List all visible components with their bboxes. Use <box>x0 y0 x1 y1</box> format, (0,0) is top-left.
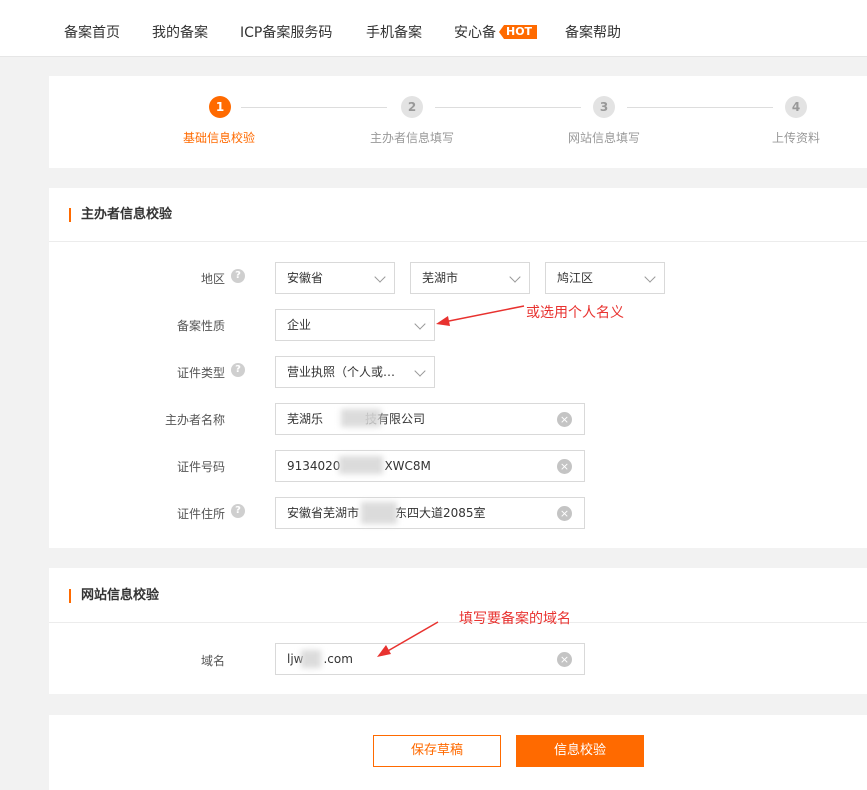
cert-type-value: 营业执照（个人或企... <box>287 365 407 379</box>
step-connector <box>627 107 773 108</box>
clear-icon[interactable]: × <box>557 412 572 427</box>
cert-number-value-end: XWC8M <box>384 459 431 473</box>
verify-button[interactable]: 信息校验 <box>516 735 644 767</box>
help-icon[interactable]: ? <box>231 269 245 283</box>
cert-number-field[interactable]: 9134020 XWC8M × <box>275 450 585 482</box>
hot-badge: HOT <box>499 25 538 39</box>
top-nav: 备案首页 我的备案 ICP备案服务码 手机备案 安心备 HOT 备案帮助 <box>0 0 867 57</box>
step-2-label: 主办者信息填写 <box>370 131 455 145</box>
steps-bar: 1 2 3 4 基础信息校验 主办者信息填写 网站信息填写 上传资料 <box>49 76 867 168</box>
site-section: 网站信息校验 域名 ljw .com × <box>49 568 867 694</box>
cert-type-select[interactable]: 营业执照（个人或企... <box>275 356 435 388</box>
clear-icon[interactable]: × <box>557 652 572 667</box>
nav-item-anxinbei[interactable]: 安心备 HOT <box>454 22 538 42</box>
redaction-blur <box>301 650 321 668</box>
step-1-label: 基础信息校验 <box>183 131 256 145</box>
annotation-arrow <box>436 305 525 326</box>
help-icon[interactable]: ? <box>231 363 245 377</box>
nav-item-icp-code[interactable]: ICP备案服务码 <box>240 22 332 42</box>
annotation-domain: 填写要备案的域名 <box>459 611 571 627</box>
annotation-arrow <box>377 621 439 657</box>
record-type-select[interactable]: 企业 <box>275 309 435 341</box>
province-value: 安徽省 <box>287 271 324 285</box>
address-label: 证件住所 <box>176 507 225 521</box>
address-value-end: 东四大道2085室 <box>395 506 486 520</box>
address-field[interactable]: 安徽省芜湖市 东四大道2085室 × <box>275 497 585 529</box>
district-select[interactable]: 鸠江区 <box>545 262 665 294</box>
district-value: 鸠江区 <box>557 271 594 285</box>
divider <box>49 622 867 623</box>
step-4-label: 上传资料 <box>772 131 821 145</box>
domain-label: 域名 <box>200 654 225 668</box>
chevron-down-icon <box>644 271 656 283</box>
sponsor-section: 主办者信息校验 地区 ? 安徽省 芜湖市 鸠江区 备案性质 企业 证件类型 ? … <box>49 188 867 548</box>
nav-item-my-records[interactable]: 我的备案 <box>152 22 208 42</box>
record-type-value: 企业 <box>287 318 312 332</box>
city-select[interactable]: 芜湖市 <box>410 262 530 294</box>
nav-item-help[interactable]: 备案帮助 <box>565 22 621 42</box>
cert-type-label: 证件类型 <box>176 366 225 380</box>
step-3-circle: 3 <box>593 96 615 118</box>
clear-icon[interactable]: × <box>557 459 572 474</box>
redaction-blur <box>341 409 381 427</box>
redaction-blur <box>361 502 397 524</box>
save-draft-button[interactable]: 保存草稿 <box>373 735 501 767</box>
domain-value-end: .com <box>323 652 353 666</box>
redaction-blur <box>339 456 383 474</box>
nav-item-mobile[interactable]: 手机备案 <box>366 22 422 42</box>
step-4-circle: 4 <box>785 96 807 118</box>
city-value: 芜湖市 <box>422 271 459 285</box>
cert-number-label: 证件号码 <box>176 460 225 474</box>
divider <box>49 241 867 242</box>
section-title: 主办者信息校验 <box>69 208 172 222</box>
annotation-record-type: 或选用个人名义 <box>526 305 624 321</box>
record-type-label: 备案性质 <box>176 319 225 333</box>
step-connector <box>241 107 387 108</box>
nav-item-anxinbei-label: 安心备 <box>454 25 496 41</box>
sponsor-name-field[interactable]: 芜湖乐 技有限公司 × <box>275 403 585 435</box>
address-value-start: 安徽省芜湖市 <box>287 506 360 520</box>
chevron-down-icon <box>509 271 521 283</box>
help-icon[interactable]: ? <box>231 504 245 518</box>
chevron-down-icon <box>374 271 386 283</box>
step-3-label: 网站信息填写 <box>568 131 641 145</box>
chevron-down-icon <box>414 365 426 377</box>
sponsor-name-label: 主办者名称 <box>164 413 225 427</box>
step-connector <box>435 107 581 108</box>
province-select[interactable]: 安徽省 <box>275 262 395 294</box>
chevron-down-icon <box>414 318 426 330</box>
region-label: 地区 <box>200 272 225 286</box>
step-2-circle: 2 <box>401 96 423 118</box>
action-bar: 保存草稿 信息校验 <box>49 715 867 790</box>
sponsor-name-value-start: 芜湖乐 <box>287 412 324 426</box>
nav-item-home[interactable]: 备案首页 <box>64 22 120 42</box>
cert-number-value-start: 9134020 <box>287 459 341 473</box>
step-1-circle: 1 <box>209 96 231 118</box>
clear-icon[interactable]: × <box>557 506 572 521</box>
section-title: 网站信息校验 <box>69 589 159 603</box>
